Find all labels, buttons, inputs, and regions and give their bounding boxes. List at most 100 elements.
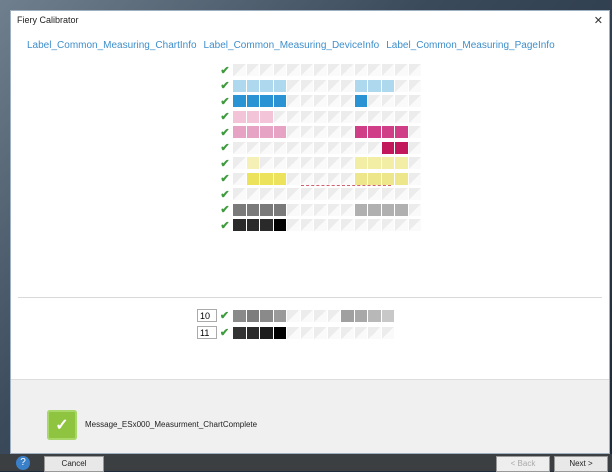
current-rows-preview: 10 ✔ 11 ✔: [197, 308, 395, 342]
check-icon: ✔: [220, 80, 230, 92]
color-patch: [314, 64, 327, 76]
help-icon[interactable]: ?: [16, 456, 30, 470]
color-patch: [395, 95, 408, 107]
color-patch: [381, 110, 394, 123]
chart-row: ✔: [219, 203, 422, 217]
color-patch: [327, 309, 340, 322]
color-patch: [273, 126, 286, 138]
color-patch: [273, 157, 286, 169]
row-number: 10: [197, 309, 217, 322]
check-icon: ✔: [220, 64, 230, 77]
color-patch: [273, 172, 286, 185]
color-patch: [273, 95, 286, 107]
check-icon: ✔: [219, 310, 230, 322]
title-bar: Fiery Calibrator ✕: [11, 11, 609, 29]
chart-row: ✔: [219, 172, 422, 186]
color-patch: [314, 110, 327, 123]
color-patch: [408, 203, 421, 216]
color-patch: [246, 157, 259, 169]
color-patch: [300, 141, 313, 154]
color-patch: [368, 141, 381, 154]
color-patch: [273, 79, 286, 92]
color-patch: [246, 203, 259, 216]
row-number: 11: [197, 326, 217, 339]
color-patch: [368, 95, 381, 107]
preview-row: 11 ✔: [197, 325, 395, 340]
color-patch: [233, 157, 246, 169]
scan-position-line: [301, 185, 391, 186]
color-patch: [273, 110, 286, 123]
info-links: Label_Common_Measuring_ChartInfo Label_C…: [27, 40, 555, 51]
color-patch: [233, 141, 246, 154]
chart-row: ✔: [219, 79, 422, 93]
back-button[interactable]: < Back: [496, 456, 550, 472]
color-patch: [300, 188, 313, 200]
color-patch: [273, 141, 286, 154]
color-patch: [246, 309, 259, 322]
color-patch: [300, 326, 313, 339]
color-patch: [287, 95, 300, 107]
color-patch: [260, 95, 273, 107]
color-patch: [381, 203, 394, 216]
color-patch: [300, 309, 313, 322]
color-patch: [287, 157, 300, 169]
color-patch: [354, 172, 367, 185]
color-patch: [233, 203, 246, 216]
color-patch: [273, 219, 286, 231]
color-patch: [260, 203, 273, 216]
color-patch: [300, 157, 313, 169]
color-patch: [300, 219, 313, 231]
color-patch: [381, 188, 394, 200]
color-patch: [341, 326, 354, 339]
color-patch: [246, 141, 259, 154]
color-patch: [327, 326, 340, 339]
next-button[interactable]: Next >: [554, 456, 608, 472]
color-patch: [395, 219, 408, 231]
close-icon[interactable]: ✕: [594, 14, 603, 27]
color-patch: [287, 126, 300, 138]
color-patch: [314, 95, 327, 107]
color-patch: [327, 219, 340, 231]
color-patch: [408, 157, 421, 169]
link-device-info[interactable]: Label_Common_Measuring_DeviceInfo: [204, 40, 380, 51]
check-icon: ✔: [220, 204, 230, 216]
color-patch: [354, 203, 367, 216]
chart-row: ✔: [219, 63, 422, 77]
color-patch: [287, 64, 300, 76]
check-icon: ✔: [220, 95, 230, 108]
color-patch: [314, 141, 327, 154]
status-message: Message_ESx000_Measurment_ChartComplete: [85, 420, 258, 429]
color-patch: [246, 79, 259, 92]
color-patch: [341, 64, 354, 76]
color-patch: [314, 203, 327, 216]
measurement-chart: ✔ ✔ ✔ ✔ ✔ ✔ ✔ ✔ ✔ ✔ ✔: [219, 63, 422, 234]
color-patch: [368, 172, 381, 185]
color-patch: [395, 110, 408, 123]
section-divider: [18, 297, 602, 298]
color-patch: [314, 188, 327, 200]
color-patch: [260, 110, 273, 123]
check-icon: ✔: [220, 126, 230, 139]
color-patch: [381, 172, 394, 185]
color-patch: [273, 64, 286, 76]
color-patch: [408, 110, 421, 123]
color-patch: [341, 172, 354, 185]
color-patch: [395, 126, 408, 138]
link-chart-info[interactable]: Label_Common_Measuring_ChartInfo: [27, 40, 197, 51]
link-page-info[interactable]: Label_Common_Measuring_PageInfo: [386, 40, 554, 51]
chart-row: ✔: [219, 94, 422, 108]
color-patch: [368, 309, 381, 322]
color-patch: [408, 126, 421, 138]
color-patch: [233, 79, 246, 92]
check-icon: ✔: [220, 111, 230, 123]
color-patch: [246, 126, 259, 138]
color-patch: [260, 64, 273, 76]
color-patch: [233, 64, 246, 76]
color-patch: [354, 309, 367, 322]
color-patch: [408, 188, 421, 200]
cancel-button[interactable]: Cancel: [44, 456, 104, 472]
color-patch: [368, 79, 381, 92]
color-patch: [314, 309, 327, 322]
color-patch: [368, 126, 381, 138]
color-patch: [233, 172, 246, 185]
